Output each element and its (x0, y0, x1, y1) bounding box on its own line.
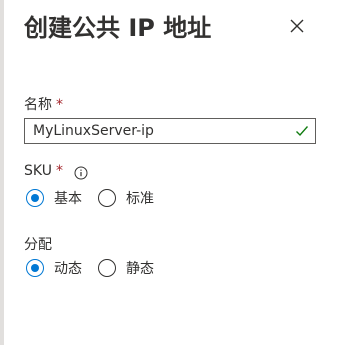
close-button[interactable] (287, 16, 307, 36)
assignment-dynamic-label[interactable]: 动态 (54, 258, 82, 278)
panel-title: 创建公共 IP 地址 (24, 14, 212, 42)
name-input[interactable] (25, 119, 293, 143)
name-label-text: 名称 (24, 97, 52, 113)
assignment-static-label[interactable]: 静态 (126, 258, 154, 278)
info-icon[interactable] (74, 166, 88, 180)
name-field[interactable] (24, 118, 316, 144)
close-icon (290, 19, 304, 33)
check-icon (296, 126, 309, 137)
panel-left-border (0, 0, 4, 345)
sku-label: SKU * (24, 163, 63, 179)
assignment-label: 分配 (24, 237, 52, 253)
radio-circle[interactable] (98, 189, 116, 207)
assignment-dynamic-radio[interactable]: 动态 (26, 258, 82, 278)
sku-standard-label[interactable]: 标准 (126, 188, 154, 208)
radio-circle[interactable] (98, 259, 116, 277)
required-marker: * (56, 97, 63, 113)
sku-basic-radio[interactable]: 基本 (26, 188, 82, 208)
sku-label-text: SKU (24, 163, 52, 179)
sku-basic-label[interactable]: 基本 (54, 188, 82, 208)
radio-circle[interactable] (26, 189, 44, 207)
assignment-static-radio[interactable]: 静态 (98, 258, 154, 278)
sku-standard-radio[interactable]: 标准 (98, 188, 154, 208)
required-marker: * (55, 163, 63, 179)
name-label: 名称 * (24, 94, 63, 114)
radio-circle[interactable] (26, 259, 44, 277)
